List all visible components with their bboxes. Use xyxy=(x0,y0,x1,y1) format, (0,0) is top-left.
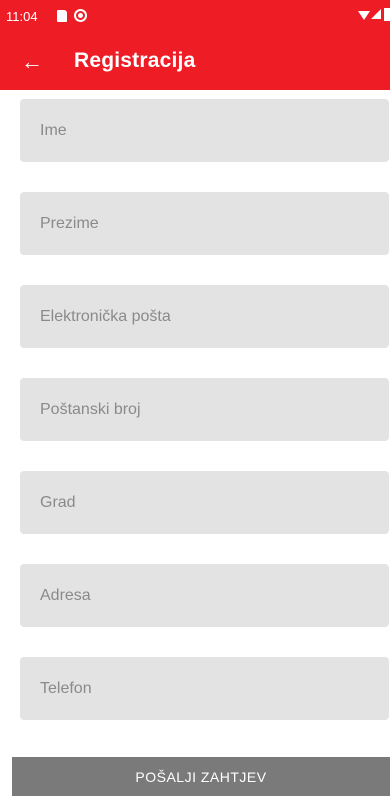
status-icons xyxy=(358,8,390,22)
address-field[interactable] xyxy=(20,564,389,627)
app-bar: ← Registracija xyxy=(0,34,390,90)
postal-code-field[interactable] xyxy=(20,378,389,441)
page-title: Registracija xyxy=(74,49,196,72)
email-field[interactable] xyxy=(20,285,389,348)
status-bar: 11:04 xyxy=(0,0,390,34)
signal-icon xyxy=(371,9,381,19)
first-name-field[interactable] xyxy=(20,99,389,162)
last-name-field[interactable] xyxy=(20,192,389,255)
city-field[interactable] xyxy=(20,471,389,534)
wifi-icon xyxy=(358,11,370,20)
sd-card-icon xyxy=(57,10,67,22)
arrow-left-icon: ← xyxy=(21,49,43,74)
battery-icon xyxy=(384,8,390,21)
back-button[interactable]: ← xyxy=(18,48,46,76)
submit-button[interactable]: POŠALJI ZAHTJEV xyxy=(12,757,390,796)
circle-notification-icon xyxy=(74,9,87,22)
phone-field[interactable] xyxy=(20,657,389,720)
status-time: 11:04 xyxy=(6,9,38,24)
